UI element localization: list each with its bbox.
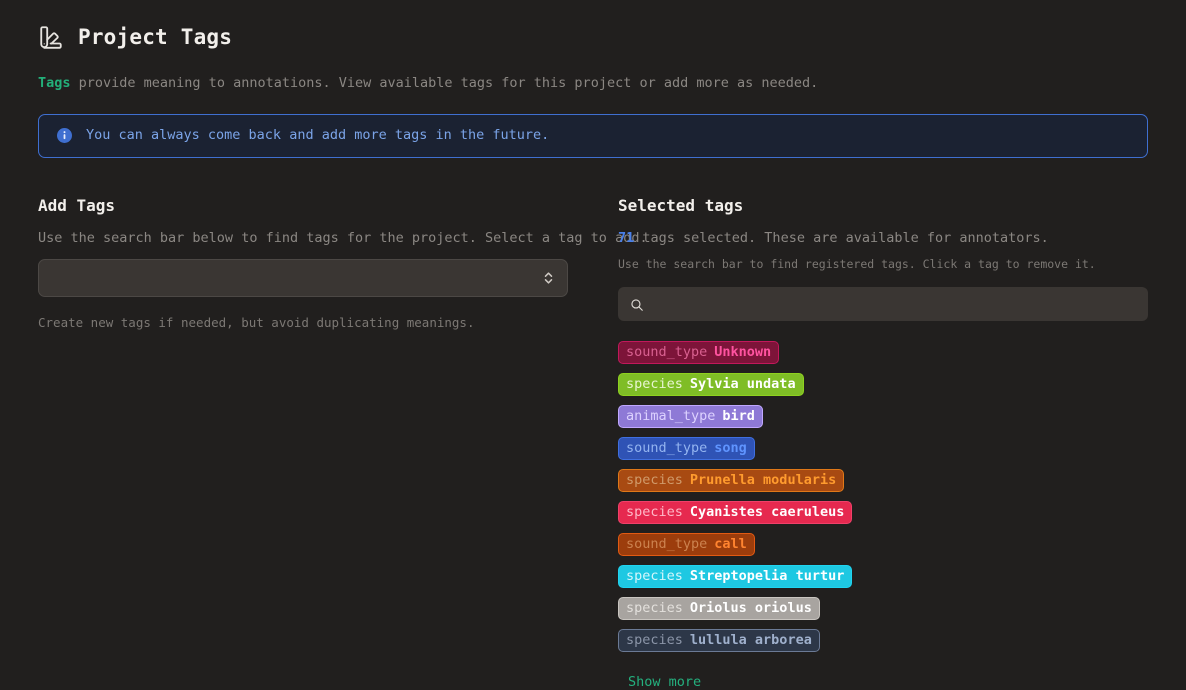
tag-chip-value: Oriolus oriolus xyxy=(689,599,812,616)
tag-chip-value: Streptopelia turtur xyxy=(689,567,845,584)
project-tags-page: Project Tags Tags provide meaning to ann… xyxy=(0,0,1186,689)
selected-tags-search-field[interactable] xyxy=(618,286,1148,321)
add-tags-panel: Add Tags Use the search bar below to fin… xyxy=(38,195,648,690)
content-columns: Add Tags Use the search bar below to fin… xyxy=(38,195,1148,690)
page-subtitle-keyword: Tags xyxy=(38,75,71,91)
tag-chip-key: species xyxy=(626,567,683,584)
selected-tags-count-suffix: tags selected. These are available for a… xyxy=(634,229,1049,246)
tag-chip-key: sound_type xyxy=(626,439,708,456)
info-banner: You can always come back and add more ta… xyxy=(38,113,1148,158)
tag-chip-key: species xyxy=(626,471,683,488)
chevron-up-down-icon[interactable] xyxy=(542,269,555,287)
add-tags-description: Use the search bar below to find tags fo… xyxy=(38,229,648,246)
tag-chip[interactable]: sound_type Unknown xyxy=(618,340,780,364)
tag-chip-value: Unknown xyxy=(714,343,772,360)
selected-tags-title: Selected tags xyxy=(618,195,744,215)
tag-chip[interactable]: species Prunella modularis xyxy=(618,468,845,492)
tag-chip-key: species xyxy=(626,631,683,648)
selected-tags-list: sound_type Unknown species Sylvia undata ani… xyxy=(618,340,1148,652)
search-input[interactable] xyxy=(654,286,1136,321)
tag-chip-key: animal_type xyxy=(626,407,716,424)
tag-chip-value: Cyanistes caeruleus xyxy=(689,503,845,520)
tag-chip[interactable]: sound_type call xyxy=(618,532,755,556)
tag-chip[interactable]: species Sylvia undata xyxy=(618,372,804,396)
selected-tags-count: 71 xyxy=(618,229,635,246)
info-banner-text: You can always come back and add more ta… xyxy=(86,127,550,144)
selected-tags-panel: Selected tags 71 tags selected. These ar… xyxy=(618,195,1148,690)
tag-chip-key: sound_type xyxy=(626,535,708,552)
add-tags-helper-note: Create new tags if needed, but avoid dup… xyxy=(38,315,475,331)
page-subtitle: Tags provide meaning to annotations. Vie… xyxy=(38,74,1148,93)
tag-chip-value: lullula arborea xyxy=(689,631,812,648)
add-tags-title: Add Tags xyxy=(38,195,116,215)
swatch-book-icon xyxy=(38,24,64,50)
tag-chip[interactable]: species Oriolus oriolus xyxy=(618,596,820,620)
tag-chip-value: Sylvia undata xyxy=(689,375,796,392)
tag-chip[interactable]: animal_type bird xyxy=(618,404,763,428)
tag-chip-key: sound_type xyxy=(626,343,708,360)
tag-chip-key: species xyxy=(626,503,683,520)
show-more-button[interactable]: Show more xyxy=(628,675,701,690)
tag-chip-value: Prunella modularis xyxy=(689,471,837,488)
page-header: Project Tags xyxy=(38,0,1148,50)
tag-chip-key: species xyxy=(626,599,683,616)
page-subtitle-rest: provide meaning to annotations. View ava… xyxy=(70,75,819,91)
tag-chip[interactable]: species Cyanistes caeruleus xyxy=(618,500,853,524)
tag-chip-value: bird xyxy=(722,407,755,424)
info-circle-icon xyxy=(57,128,72,144)
tag-select-field[interactable] xyxy=(38,259,568,298)
page-title: Project Tags xyxy=(78,24,233,49)
search-icon xyxy=(630,297,644,311)
tag-chip-value: song xyxy=(714,439,747,456)
tag-chip[interactable]: species Streptopelia turtur xyxy=(618,564,853,588)
selected-tags-count-line: 71 tags selected. These are available fo… xyxy=(618,229,1148,246)
tag-chip-key: species xyxy=(626,375,683,392)
tag-chip[interactable]: sound_type song xyxy=(618,436,755,460)
tag-chip-value: call xyxy=(714,535,747,552)
tag-chip[interactable]: species lullula arborea xyxy=(618,628,820,652)
selected-tags-hint: Use the search bar to find registered ta… xyxy=(618,257,1096,272)
